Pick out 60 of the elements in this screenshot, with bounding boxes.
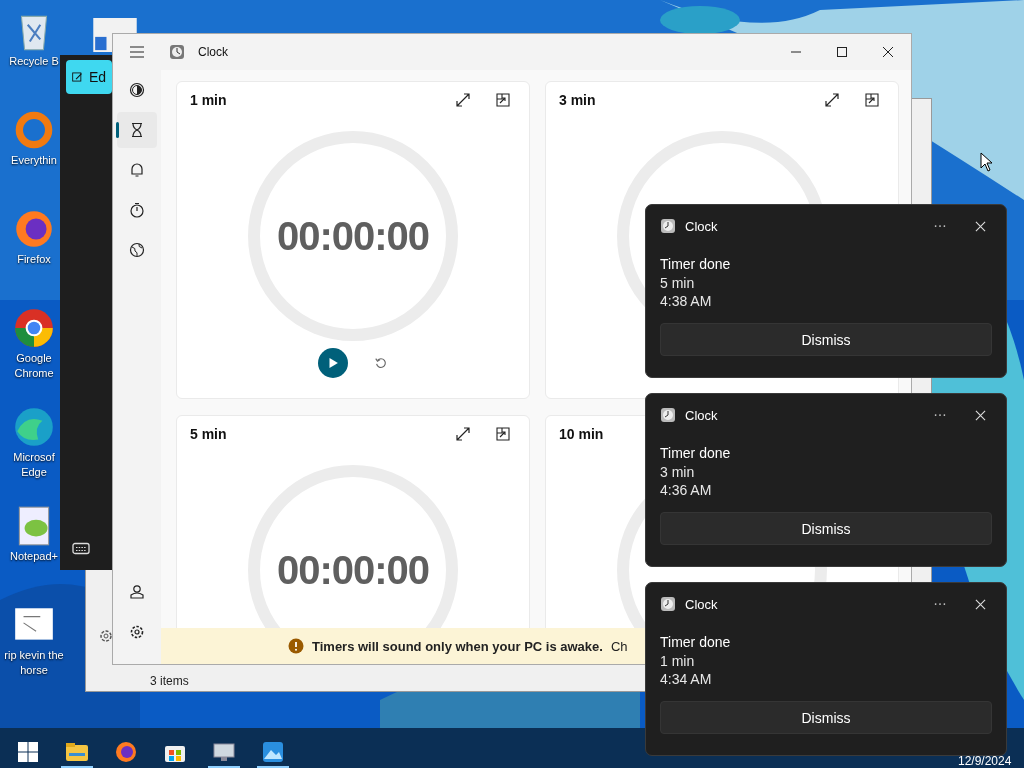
icon-label: Notepad+ (9, 549, 59, 564)
app-name: Clock (685, 218, 718, 234)
reset-icon[interactable] (374, 356, 388, 370)
banner-link[interactable]: Ch (610, 638, 628, 654)
icon-label: Google Chrome (13, 351, 55, 381)
maximize-icon[interactable] (836, 46, 848, 58)
menu-icon[interactable] (129, 44, 145, 60)
notification-time: 4:38 AM (660, 292, 713, 310)
window-title: Clock (198, 45, 228, 59)
timer-readout: 00:00:00 (276, 547, 430, 593)
icon-label: Everythin (10, 153, 58, 168)
notification-time: 4:34 AM (660, 670, 713, 688)
pop-out-icon[interactable] (864, 92, 880, 108)
timer-readout: 00:00:00 (276, 213, 430, 259)
icon-label: Firefox (16, 252, 52, 267)
notification-text: 1 min (660, 652, 696, 670)
status-text: 3 items (150, 674, 189, 688)
timer-label: 1 min (190, 92, 227, 108)
banner-text: Timers will sound only when your PC is awake. (312, 638, 603, 654)
warning-icon (288, 638, 304, 654)
pop-out-icon[interactable] (495, 426, 511, 442)
more-icon[interactable] (933, 602, 947, 606)
timer-label: 3 min (559, 92, 596, 108)
settings-icon[interactable] (129, 624, 145, 640)
expand-icon[interactable] (824, 92, 840, 108)
edit-button[interactable]: Ed (66, 60, 112, 94)
icon-label: Microsof Edge (12, 450, 56, 480)
notification-time: 4:36 AM (660, 481, 713, 499)
expand-icon[interactable] (455, 426, 471, 442)
icon-label: rip kevin the horse (3, 648, 65, 678)
cursor-icon (980, 152, 992, 172)
person-icon[interactable] (129, 584, 145, 600)
icon-label: Recycle B (8, 54, 60, 69)
timer-label: 5 min (190, 426, 227, 442)
pencil-icon (72, 69, 83, 85)
dismiss-button[interactable]: Dismiss (660, 512, 992, 545)
more-icon[interactable] (933, 413, 947, 417)
settings-icon[interactable] (98, 628, 114, 644)
more-icon[interactable] (933, 224, 947, 228)
app-name: Clock (685, 596, 718, 612)
expand-icon[interactable] (455, 92, 471, 108)
clock-icon (660, 407, 676, 423)
keyboard-icon[interactable] (72, 542, 90, 555)
notification-title: Timer done (660, 633, 732, 652)
clock-icon (169, 44, 185, 60)
notification-title: Timer done (660, 444, 732, 463)
notification-text: 5 min (660, 274, 696, 292)
timer-label: 10 min (559, 426, 604, 442)
play-button[interactable] (318, 348, 348, 378)
app-name: Clock (685, 407, 718, 423)
notification-title: Timer done (660, 255, 732, 274)
hourglass-icon[interactable] (117, 112, 157, 148)
date-text: 12/9/2024 (958, 754, 1012, 768)
close-icon[interactable] (882, 46, 894, 58)
notification-text: 3 min (660, 463, 696, 481)
pop-out-icon[interactable] (495, 92, 511, 108)
dismiss-button[interactable]: Dismiss (660, 323, 992, 356)
clock-icon (660, 596, 676, 612)
clock-icon (660, 218, 676, 234)
dismiss-button[interactable]: Dismiss (660, 701, 992, 734)
